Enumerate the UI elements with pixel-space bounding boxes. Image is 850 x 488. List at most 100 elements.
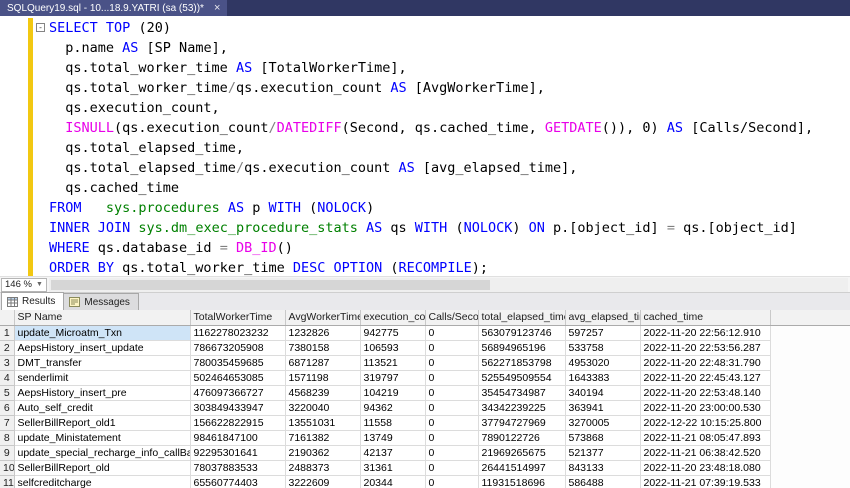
grid-cell[interactable]: 113521 bbox=[360, 355, 426, 371]
grid-cell[interactable]: 0 bbox=[425, 415, 479, 431]
tab-results[interactable]: Results bbox=[1, 292, 65, 310]
grid-cell[interactable]: 521377 bbox=[565, 445, 641, 461]
row-number[interactable]: 3 bbox=[0, 355, 15, 371]
grid-cell[interactable]: 4953020 bbox=[565, 355, 641, 371]
grid-cell[interactable]: 303849433947 bbox=[190, 400, 286, 416]
grid-cell[interactable]: 2022-11-21 07:39:19.533 bbox=[640, 475, 771, 488]
grid-cell[interactable]: 3270005 bbox=[565, 415, 641, 431]
grid-cell[interactable]: senderlimit bbox=[14, 370, 191, 386]
grid-cell[interactable]: 3222609 bbox=[285, 475, 361, 488]
grid-cell[interactable]: 31361 bbox=[360, 460, 426, 476]
grid-cell[interactable]: 0 bbox=[425, 430, 479, 446]
row-number[interactable]: 9 bbox=[0, 445, 15, 461]
row-number[interactable]: 7 bbox=[0, 415, 15, 431]
document-tab[interactable]: SQLQuery19.sql - 10...18.9.YATRI (sa (53… bbox=[0, 0, 228, 16]
grid-cell[interactable]: 363941 bbox=[565, 400, 641, 416]
column-header[interactable]: avg_elapsed_time bbox=[565, 310, 641, 326]
grid-cell[interactable]: AepsHistory_insert_update bbox=[14, 340, 191, 356]
grid-cell[interactable]: 586488 bbox=[565, 475, 641, 488]
grid-cell[interactable]: 0 bbox=[425, 445, 479, 461]
grid-cell[interactable]: 3220040 bbox=[285, 400, 361, 416]
code-line[interactable]: qs.cached_time bbox=[0, 178, 850, 198]
row-number[interactable]: 8 bbox=[0, 430, 15, 446]
grid-cell[interactable]: 78037883533 bbox=[190, 460, 286, 476]
column-header[interactable]: Calls/Second bbox=[425, 310, 479, 326]
grid-cell[interactable]: 1571198 bbox=[285, 370, 361, 386]
grid-cell[interactable]: DMT_transfer bbox=[14, 355, 191, 371]
row-number[interactable]: 10 bbox=[0, 460, 15, 476]
grid-cell[interactable]: 2022-11-20 22:53:56.287 bbox=[640, 340, 771, 356]
code-line[interactable]: ISNULL(qs.execution_count/DATEDIFF(Secon… bbox=[0, 118, 850, 138]
grid-cell[interactable]: 7161382 bbox=[285, 430, 361, 446]
grid-cell[interactable]: 563079123746 bbox=[478, 325, 566, 341]
tab-close-icon[interactable]: × bbox=[214, 3, 220, 14]
grid-cell[interactable]: 6871287 bbox=[285, 355, 361, 371]
grid-cell[interactable]: 37794727969 bbox=[478, 415, 566, 431]
tab-messages[interactable]: Messages bbox=[63, 293, 139, 310]
grid-cell[interactable]: 786673205908 bbox=[190, 340, 286, 356]
grid-cell[interactable]: 56894965196 bbox=[478, 340, 566, 356]
grid-cell[interactable]: 0 bbox=[425, 385, 479, 401]
grid-cell[interactable]: update_Ministatement bbox=[14, 430, 191, 446]
grid-cell[interactable]: 780035459685 bbox=[190, 355, 286, 371]
grid-cell[interactable]: SellerBillReport_old1 bbox=[14, 415, 191, 431]
grid-cell[interactable]: 0 bbox=[425, 355, 479, 371]
grid-cell[interactable]: 0 bbox=[425, 370, 479, 386]
column-header[interactable]: TotalWorkerTime bbox=[190, 310, 286, 326]
grid-cell[interactable]: 26441514997 bbox=[478, 460, 566, 476]
grid-cell[interactable]: 156622822915 bbox=[190, 415, 286, 431]
code-line[interactable]: WHERE qs.database_id = DB_ID() bbox=[0, 238, 850, 258]
code-line[interactable]: qs.execution_count, bbox=[0, 98, 850, 118]
code-line[interactable]: qs.total_elapsed_time, bbox=[0, 138, 850, 158]
grid-cell[interactable]: 1162278023232 bbox=[190, 325, 286, 341]
grid-cell[interactable]: 11558 bbox=[360, 415, 426, 431]
grid-cell[interactable]: 1643383 bbox=[565, 370, 641, 386]
grid-cell[interactable]: 13551031 bbox=[285, 415, 361, 431]
row-number[interactable]: 1 bbox=[0, 325, 15, 341]
grid-cell[interactable]: 0 bbox=[425, 460, 479, 476]
row-number[interactable]: 5 bbox=[0, 385, 15, 401]
grid-cell[interactable]: update_Microatm_Txn bbox=[14, 325, 191, 341]
grid-cell[interactable]: 502464653085 bbox=[190, 370, 286, 386]
grid-cell[interactable]: 0 bbox=[425, 400, 479, 416]
code-line[interactable]: - SELECT TOP (20) bbox=[0, 18, 850, 38]
grid-cell[interactable]: 0 bbox=[425, 340, 479, 356]
grid-cell[interactable]: 2190362 bbox=[285, 445, 361, 461]
grid-cell[interactable]: AepsHistory_insert_pre bbox=[14, 385, 191, 401]
grid-cell[interactable]: 2022-11-21 08:05:47.893 bbox=[640, 430, 771, 446]
grid-cell[interactable]: 843133 bbox=[565, 460, 641, 476]
sql-editor[interactable]: - SELECT TOP (20) p.name AS [SP Name], qs… bbox=[0, 16, 850, 276]
grid-cell[interactable]: 340194 bbox=[565, 385, 641, 401]
grid-cell[interactable]: 942775 bbox=[360, 325, 426, 341]
grid-cell[interactable]: 7890122726 bbox=[478, 430, 566, 446]
grid-corner[interactable] bbox=[0, 310, 15, 326]
grid-cell[interactable]: 2022-11-20 22:56:12.910 bbox=[640, 325, 771, 341]
grid-cell[interactable]: 2022-11-20 23:00:00.530 bbox=[640, 400, 771, 416]
row-number[interactable]: 11 bbox=[0, 475, 15, 488]
grid-cell[interactable]: 2022-12-22 10:15:25.800 bbox=[640, 415, 771, 431]
grid-cell[interactable]: 319797 bbox=[360, 370, 426, 386]
grid-cell[interactable]: 2488373 bbox=[285, 460, 361, 476]
code-line[interactable]: qs.total_worker_time/qs.execution_count … bbox=[0, 78, 850, 98]
grid-cell[interactable]: 4568239 bbox=[285, 385, 361, 401]
grid-cell[interactable]: 2022-11-20 22:48:31.790 bbox=[640, 355, 771, 371]
grid-cell[interactable]: 35454734987 bbox=[478, 385, 566, 401]
code-line[interactable]: p.name AS [SP Name], bbox=[0, 38, 850, 58]
grid-cell[interactable]: 11931518696 bbox=[478, 475, 566, 488]
grid-cell[interactable]: SellerBillReport_old bbox=[14, 460, 191, 476]
grid-cell[interactable]: 42137 bbox=[360, 445, 426, 461]
grid-cell[interactable]: 2022-11-20 22:53:48.140 bbox=[640, 385, 771, 401]
grid-cell[interactable]: 2022-11-20 22:45:43.127 bbox=[640, 370, 771, 386]
scrollbar-thumb[interactable] bbox=[50, 279, 491, 290]
row-number[interactable]: 4 bbox=[0, 370, 15, 386]
column-header[interactable]: total_elapsed_time bbox=[478, 310, 566, 326]
grid-cell[interactable]: 106593 bbox=[360, 340, 426, 356]
row-number[interactable]: 6 bbox=[0, 400, 15, 416]
grid-cell[interactable]: 597257 bbox=[565, 325, 641, 341]
column-header[interactable]: AvgWorkerTime bbox=[285, 310, 361, 326]
grid-cell[interactable]: 98461847100 bbox=[190, 430, 286, 446]
editor-zoom-control[interactable]: 146 % ▼ bbox=[1, 277, 47, 292]
code-line[interactable]: qs.total_elapsed_time/qs.execution_count… bbox=[0, 158, 850, 178]
grid-cell[interactable]: 2022-11-21 06:38:42.520 bbox=[640, 445, 771, 461]
grid-cell[interactable]: 13749 bbox=[360, 430, 426, 446]
